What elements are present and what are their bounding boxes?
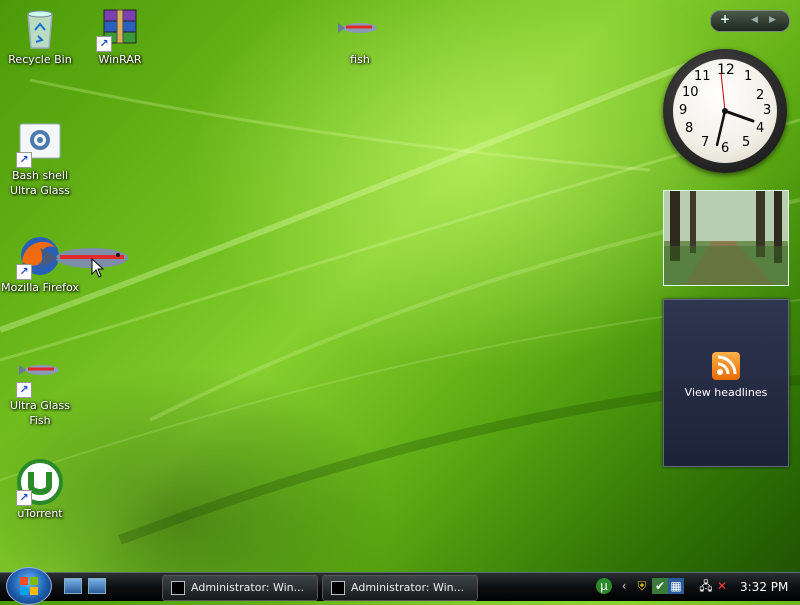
- ultra-glass-fish-icon: ↗: [16, 350, 64, 398]
- desktop-icon-fish[interactable]: fish: [320, 4, 400, 67]
- desktop-icon-bash-shell[interactable]: ↗ Bash shell Ultra Glass: [0, 120, 80, 198]
- switch-windows-icon[interactable]: [88, 578, 106, 594]
- fish-icon: [336, 4, 384, 52]
- tray-app-icon-1[interactable]: ✔: [652, 578, 668, 594]
- system-tray: µ ‹ ⛨ ✔ ▦ 🖧 ✕ 3:32 PM: [592, 575, 800, 599]
- desktop-icon-label: uTorrent: [17, 507, 63, 520]
- utorrent-tray-icon[interactable]: µ: [596, 578, 612, 594]
- desktop-icon-label: WinRAR: [98, 53, 142, 66]
- desktop-icon-label: Ultra Glass Fish: [10, 399, 70, 427]
- desktop-icon-label: fish: [350, 53, 370, 66]
- clock-face: 12 1 2 3 4 5 6 7 8 9 10 11: [673, 59, 777, 163]
- taskbar-button-cmd-1[interactable]: Administrator: Win...: [162, 575, 318, 601]
- shortcut-arrow-icon: ↗: [16, 264, 32, 280]
- add-gadget-button[interactable]: +: [720, 12, 730, 26]
- network-icon[interactable]: 🖧: [698, 578, 714, 594]
- shortcut-arrow-icon: ↗: [16, 382, 32, 398]
- tray-arrow-icon[interactable]: ‹: [616, 578, 632, 594]
- tray-app-icon-2[interactable]: ▦: [668, 578, 684, 594]
- desktop-icon-ultra-glass-fish[interactable]: ↗ Ultra Glass Fish: [0, 350, 80, 428]
- swimming-fish-icon: [40, 248, 128, 268]
- desktop-icon-recycle-bin[interactable]: Recycle Bin: [0, 4, 80, 67]
- forest-path-photo: [664, 191, 788, 285]
- sidebar-control-bar: + ◀ ▶: [710, 10, 790, 32]
- mouse-cursor-icon: [91, 258, 105, 278]
- view-headlines-link[interactable]: View headlines: [664, 386, 788, 399]
- recycle-bin-icon: [16, 4, 64, 52]
- shortcut-arrow-icon: ↗: [16, 490, 32, 506]
- command-prompt-icon: [171, 581, 185, 595]
- shortcut-arrow-icon: ↗: [96, 36, 112, 52]
- taskbar: Administrator: Win... Administrator: Win…: [0, 567, 800, 605]
- taskbar-button-label: Administrator: Win...: [191, 581, 305, 594]
- taskbar-clock[interactable]: 3:32 PM: [740, 580, 788, 594]
- bash-shell-icon: ↗: [16, 120, 64, 168]
- taskbar-button-label: Administrator: Win...: [351, 581, 465, 594]
- shortcut-arrow-icon: ↗: [16, 152, 32, 168]
- next-gadget-button[interactable]: ▶: [769, 15, 776, 25]
- feed-headlines-gadget[interactable]: View headlines: [663, 299, 789, 467]
- taskbar-button-cmd-2[interactable]: Administrator: Win...: [322, 575, 478, 601]
- show-desktop-icon[interactable]: [64, 578, 82, 594]
- desktop-icon-winrar[interactable]: ↗ WinRAR: [80, 4, 160, 67]
- clock-hands: [715, 72, 755, 147]
- prev-gadget-button[interactable]: ◀: [751, 15, 758, 25]
- desktop-icon-label: Recycle Bin: [8, 53, 72, 66]
- command-prompt-icon: [331, 581, 345, 595]
- slideshow-gadget[interactable]: [663, 190, 789, 286]
- winrar-icon: ↗: [96, 4, 144, 52]
- start-button[interactable]: [6, 567, 52, 605]
- desktop-icon-utorrent[interactable]: ↗ uTorrent: [0, 458, 80, 521]
- desktop-icon-label: Bash shell Ultra Glass: [10, 169, 70, 197]
- rss-icon: [712, 352, 740, 380]
- clock-gadget[interactable]: 12 1 2 3 4 5 6 7 8 9 10 11: [663, 49, 787, 173]
- utorrent-icon: ↗: [16, 458, 64, 506]
- volume-muted-icon[interactable]: ✕: [714, 578, 730, 594]
- security-shield-icon[interactable]: ⛨: [634, 578, 650, 594]
- windows-logo-icon: [20, 577, 38, 595]
- desktop-icon-label: Mozilla Firefox: [1, 281, 79, 294]
